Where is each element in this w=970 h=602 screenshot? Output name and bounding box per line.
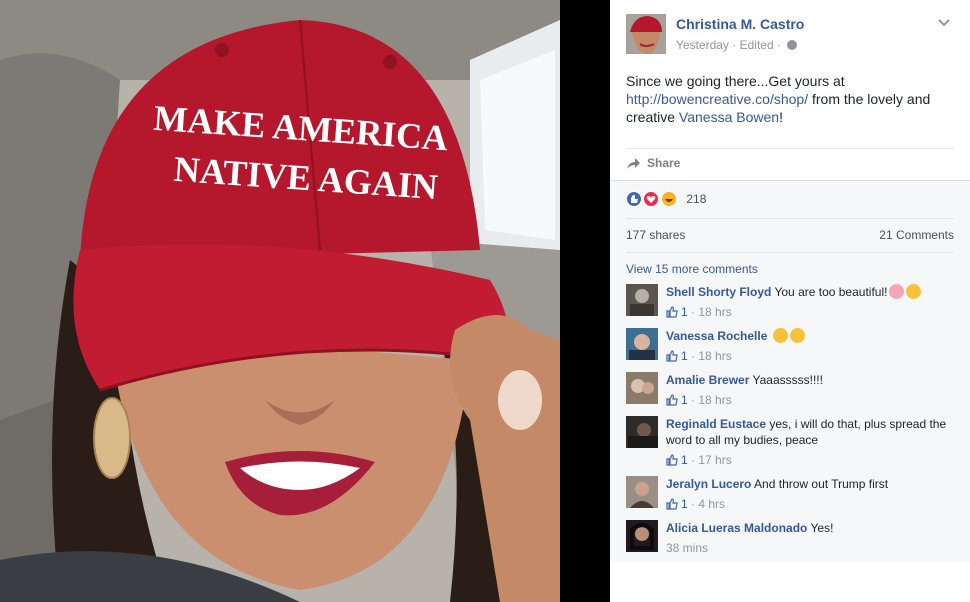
commenter-avatar[interactable] (626, 372, 658, 404)
reactions-summary[interactable]: 218 (626, 190, 706, 208)
comment-time[interactable]: 18 hrs (698, 349, 731, 363)
post-meta: Yesterday · Edited · (676, 38, 798, 52)
comment-like-count: 1 (681, 349, 688, 363)
mention-link[interactable]: Vanessa Bowen (679, 109, 779, 125)
comment-like-count: 1 (681, 305, 688, 319)
like-reaction-icon (626, 190, 642, 207)
author-avatar[interactable] (626, 14, 666, 54)
meta-separator: · (732, 38, 737, 52)
share-arrow-icon (627, 158, 640, 169)
commenter-name[interactable]: Vanessa Rochelle (666, 329, 767, 343)
divider (626, 218, 954, 219)
commenter-name[interactable]: Shell Shorty Floyd (666, 285, 771, 299)
photo-backdrop (560, 0, 610, 602)
haha-reaction-icon (660, 190, 677, 207)
globe-icon[interactable] (787, 40, 798, 50)
comment-time[interactable]: 38 mins (666, 541, 708, 555)
panel-bottom (610, 562, 970, 602)
comment-like-count: 1 (681, 497, 688, 511)
comment-text: And throw out Trump first (754, 477, 889, 491)
commenter-name[interactable]: Amalie Brewer (666, 373, 749, 387)
author-name[interactable]: Christina M. Castro (676, 16, 804, 32)
shop-link[interactable]: http://bowencreative.co/shop/ (626, 91, 808, 107)
wink-emoji-icon (906, 284, 922, 299)
post-text: Since we going there...Get yours at http… (626, 72, 956, 126)
post-text-intro: Since we going there...Get yours at (626, 73, 845, 89)
post-side-panel: Christina M. Castro Yesterday · Edited ·… (610, 0, 970, 602)
comment-time[interactable]: 18 hrs (698, 393, 731, 407)
comment-text: Yaaasssss!!!! (752, 373, 823, 387)
wink-emoji-icon (789, 328, 805, 343)
love-reaction-icon (643, 190, 660, 207)
comments-count[interactable]: 21 Comments (879, 228, 954, 242)
thumbs-up-icon[interactable] (666, 454, 678, 470)
comment-time[interactable]: 17 hrs (698, 453, 731, 467)
meta-separator-2: · (777, 38, 781, 52)
post-time[interactable]: Yesterday (676, 38, 729, 52)
photo-viewer: MAKE AMERICA NATIVE AGAIN Christina M. C… (0, 0, 970, 602)
commenter-name[interactable]: Jeralyn Lucero (666, 477, 751, 491)
heart-emoji-icon (889, 284, 905, 299)
commenter-avatar[interactable] (626, 328, 658, 360)
post-photo[interactable]: MAKE AMERICA NATIVE AGAIN (0, 0, 560, 602)
comment-like-count: 1 (681, 453, 688, 467)
post-text-end: ! (779, 109, 783, 125)
thumbs-up-icon[interactable] (666, 306, 678, 322)
view-more-comments-link[interactable]: View 15 more comments (626, 262, 758, 276)
commenter-avatar[interactable] (626, 476, 658, 508)
commenter-avatar[interactable] (626, 416, 658, 448)
share-label: Share (647, 156, 681, 170)
comment-time[interactable]: 18 hrs (698, 305, 731, 319)
divider (626, 252, 954, 253)
comment-text: You are too beautiful! (774, 285, 888, 299)
commenter-name[interactable]: Alicia Lueras Maldonado (666, 521, 807, 535)
commenter-avatar[interactable] (626, 520, 658, 552)
share-button[interactable]: Share (626, 156, 680, 174)
thumbs-up-icon[interactable] (666, 350, 678, 366)
comment-time[interactable]: 4 hrs (698, 497, 725, 511)
chevron-down-icon[interactable] (936, 16, 952, 30)
comment-like-count: 1 (681, 393, 688, 407)
photo-illustration: MAKE AMERICA NATIVE AGAIN (0, 0, 560, 602)
edited-label[interactable]: Edited (740, 38, 774, 52)
commenter-avatar[interactable] (626, 284, 658, 316)
comment-text: Yes! (810, 521, 834, 535)
heart-eyes-emoji-icon (772, 328, 788, 343)
post-header: Christina M. Castro Yesterday · Edited · (626, 14, 966, 54)
thumbs-up-icon[interactable] (666, 498, 678, 514)
thumbs-up-icon[interactable] (666, 394, 678, 410)
shares-count[interactable]: 177 shares (626, 228, 685, 242)
stats-row: 177 shares 21 Comments (626, 228, 954, 242)
divider (626, 148, 954, 149)
reaction-count: 218 (686, 191, 707, 206)
commenter-name[interactable]: Reginald Eustace (666, 417, 766, 431)
